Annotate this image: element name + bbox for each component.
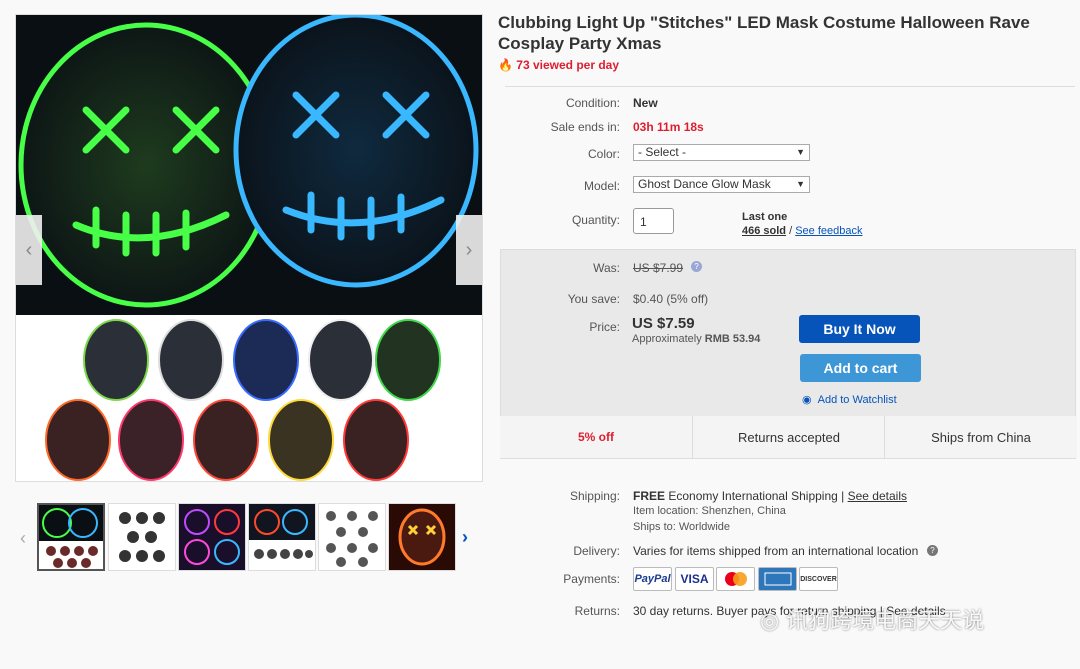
shipping-label: Shipping: xyxy=(569,489,620,503)
fire-icon: 🔥 xyxy=(498,58,513,72)
thumbnail-5[interactable] xyxy=(318,503,386,571)
see-details-link[interactable]: See details xyxy=(848,489,907,503)
payments-label: Payments: xyxy=(563,572,620,586)
divider xyxy=(505,86,1075,87)
add-to-watchlist-link[interactable]: ◉ Add to Watchlist xyxy=(802,393,897,406)
views-indicator: 🔥 73 viewed per day xyxy=(498,58,619,72)
next-image-button[interactable]: › xyxy=(456,215,482,285)
thumbnail-4[interactable] xyxy=(248,503,316,571)
delivery-value: Varies for items shipped from an interna… xyxy=(633,544,919,558)
prev-image-button[interactable]: ‹ xyxy=(16,215,42,285)
approx-prefix: Approximately xyxy=(632,333,702,345)
last-one-text: Last one xyxy=(742,211,788,223)
sale-ends-timer: 03h 11m 18s xyxy=(633,120,704,134)
thumb-next-icon[interactable]: › xyxy=(462,527,468,548)
ships-to-label: Ships to: xyxy=(633,521,676,533)
ships-to-value: Worldwide xyxy=(678,521,731,533)
delivery-label: Delivery: xyxy=(573,544,620,558)
separator: / xyxy=(789,225,793,237)
shipping-method: Economy International Shipping | xyxy=(668,489,845,503)
feature-returns: Returns accepted xyxy=(692,416,885,458)
item-location-value: Shenzhen, China xyxy=(701,505,786,517)
color-select[interactable]: - Select - ▼ xyxy=(633,144,810,161)
image-glow-masks xyxy=(16,15,482,315)
was-price: US $7.99 xyxy=(633,261,684,275)
quantity-input[interactable]: 1 xyxy=(633,208,674,234)
quantity-label: Quantity: xyxy=(571,213,620,227)
model-select-value: Ghost Dance Glow Mask xyxy=(638,177,771,191)
condition-value: New xyxy=(633,96,658,110)
thumbnail-1[interactable] xyxy=(37,503,105,571)
item-location-label: Item location: xyxy=(633,505,699,517)
sold-feedback: 466 sold / See feedback xyxy=(742,225,863,237)
model-label: Model: xyxy=(583,179,620,193)
shipping-line: FREE Economy International Shipping | Se… xyxy=(633,489,907,503)
thumbnail-2[interactable] xyxy=(108,503,176,571)
glow-masks-illustration xyxy=(16,15,482,315)
chevron-down-icon: ▼ xyxy=(796,179,805,189)
feature-discount: 5% off xyxy=(500,416,692,458)
returns-label: Returns: xyxy=(574,604,620,618)
watchlist-label: Add to Watchlist xyxy=(817,394,897,406)
paypal-icon: PayPal xyxy=(633,567,672,591)
image-mask-grid xyxy=(16,315,482,481)
eye-icon: ◉ xyxy=(802,394,812,406)
chevron-down-icon: ▼ xyxy=(796,147,805,157)
was-label: Was: xyxy=(593,261,620,275)
feature-ships-from: Ships from China xyxy=(884,416,1077,458)
price-label: Price: xyxy=(589,320,620,334)
add-to-cart-button[interactable]: Add to cart xyxy=(800,354,921,382)
color-label: Color: xyxy=(587,147,620,161)
views-text: 73 viewed per day xyxy=(516,58,620,72)
help-icon[interactable]: ? xyxy=(927,545,938,556)
you-save-label: You save: xyxy=(567,292,620,306)
color-select-value: - Select - xyxy=(638,145,687,159)
mastercard-icon xyxy=(716,567,755,591)
thumbnail-3[interactable] xyxy=(178,503,246,571)
watermark: ◎ 讯狗跨境电商天天说 xyxy=(760,603,984,635)
shipping-free: FREE xyxy=(633,489,666,503)
watermark-text: 讯狗跨境电商天天说 xyxy=(786,609,985,634)
price-value: US $7.59 xyxy=(632,315,695,332)
wechat-icon: ◎ xyxy=(760,609,780,634)
amex-icon xyxy=(758,567,797,591)
item-location: Item location: Shenzhen, China xyxy=(633,505,786,517)
ships-to: Ships to: Worldwide xyxy=(633,521,730,533)
see-feedback-link[interactable]: See feedback xyxy=(795,225,862,237)
sold-count-link[interactable]: 466 sold xyxy=(742,225,786,237)
mask-grid-illustration xyxy=(45,319,441,481)
info-icon[interactable]: ? xyxy=(691,261,702,272)
approx-price: Approximately RMB 53.94 xyxy=(632,333,760,345)
thumb-prev-icon[interactable]: ‹ xyxy=(20,528,26,549)
visa-icon: VISA xyxy=(675,567,714,591)
you-save-value: $0.40 (5% off) xyxy=(633,292,709,306)
condition-label: Condition: xyxy=(565,96,620,110)
product-title: Clubbing Light Up "Stitches" LED Mask Co… xyxy=(498,13,1030,53)
thumbnail-6[interactable] xyxy=(388,503,456,571)
model-select[interactable]: Ghost Dance Glow Mask ▼ xyxy=(633,176,810,193)
approx-value: RMB 53.94 xyxy=(704,333,761,345)
sale-ends-label: Sale ends in: xyxy=(550,120,620,134)
discover-icon: DISCOVER xyxy=(799,567,838,591)
buy-it-now-button[interactable]: Buy It Now xyxy=(799,315,920,343)
main-product-image[interactable]: ‹ › xyxy=(15,14,483,482)
